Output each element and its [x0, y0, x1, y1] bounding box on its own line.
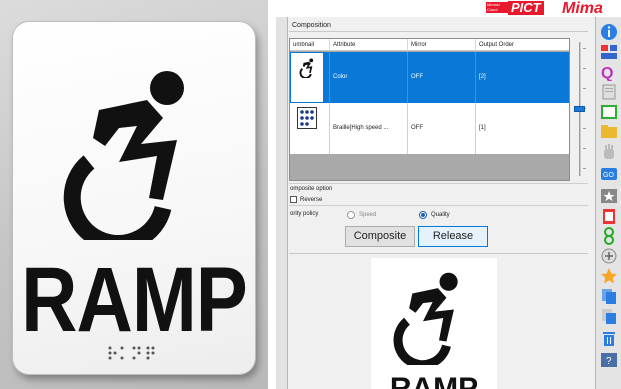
hand-icon[interactable]: [600, 143, 618, 161]
column-output-order[interactable]: Output Order: [476, 39, 569, 51]
order-slider[interactable]: [572, 38, 588, 181]
ramp-sign: RAMP: [13, 22, 255, 374]
table-row[interactable]: RAMP Color OFF [2]: [290, 52, 569, 103]
brand-mimaki-logo: Mima: [562, 0, 603, 17]
app-window: Mimaki Cloud Technology PICT Mima Compos…: [276, 0, 621, 389]
go-icon[interactable]: GO: [600, 165, 618, 183]
slider-tick: [583, 128, 586, 129]
brand-pict-logo: PICT: [508, 1, 544, 15]
attribute-cell: Color: [330, 52, 408, 103]
preview-area: RAMP: [289, 253, 588, 389]
order-cell: [2]: [476, 52, 569, 103]
speed-radio[interactable]: [347, 211, 355, 219]
star-icon[interactable]: [600, 267, 618, 285]
slider-thumb[interactable]: [574, 106, 585, 112]
sign-text: RAMP: [21, 247, 248, 352]
preview-text: RAMP: [389, 372, 479, 389]
q-icon[interactable]: Q: [600, 63, 618, 81]
screenshot: RAMP Mimaki Cloud Technology PICT Mima C…: [0, 0, 621, 389]
clipboard-icon[interactable]: [600, 207, 618, 225]
sign-photo: RAMP: [0, 0, 268, 389]
brand-bar: Mimaki Cloud Technology PICT Mima: [276, 0, 621, 17]
panel-title: Composition: [289, 20, 588, 32]
thumbnail-text: RAMP: [291, 81, 323, 103]
mirror-cell: OFF: [408, 103, 476, 154]
layers-icon[interactable]: [600, 43, 618, 61]
page-icon[interactable]: [600, 83, 618, 101]
column-attribute[interactable]: Attribute: [330, 39, 408, 51]
trash-icon[interactable]: [600, 329, 618, 347]
wheelchair-icon: [393, 272, 458, 365]
zoom-icon[interactable]: [600, 247, 618, 265]
frame-icon[interactable]: [600, 103, 618, 121]
thumbnail-text: RAMP: [291, 132, 323, 154]
slider-tick: [583, 48, 586, 49]
release-button[interactable]: Release: [418, 226, 488, 247]
paste-icon[interactable]: [600, 307, 618, 325]
order-cell: [1]: [476, 103, 569, 154]
brand-small-logo: Mimaki Cloud Technology: [486, 2, 508, 13]
thumbnail-cell: RAMP: [290, 52, 330, 103]
wheelchair-icon: [299, 58, 314, 78]
link-icon[interactable]: [600, 227, 618, 245]
braille-thumb-icon: [297, 107, 317, 129]
thumbnail-color: RAMP: [291, 53, 323, 103]
speed-label[interactable]: Speed: [359, 211, 376, 219]
quality-label[interactable]: Quality: [431, 211, 450, 219]
table-row[interactable]: RAMP Braille[High speed ... OFF [1]: [290, 103, 569, 154]
thumbnail-braille: RAMP: [291, 104, 323, 154]
quality-radio[interactable]: [419, 211, 427, 219]
composite-option-label: omposite option: [290, 186, 333, 192]
composition-table: umbnail Attribute Mirror Output Order Co…: [289, 38, 570, 181]
left-splitter[interactable]: [276, 17, 288, 389]
star-frame-icon[interactable]: [600, 187, 618, 205]
preview-card: RAMP: [371, 258, 497, 389]
column-thumbnail[interactable]: umbnail: [290, 39, 330, 51]
table-header: umbnail Attribute Mirror Output Order: [290, 39, 569, 51]
mirror-cell: OFF: [408, 52, 476, 103]
svg-text:GO: GO: [603, 172, 614, 179]
priority-policy-label: ority policy: [290, 211, 319, 217]
slider-tick: [583, 168, 586, 169]
svg-text:Q: Q: [601, 65, 613, 81]
slider-tick: [583, 148, 586, 149]
help-icon[interactable]: ?: [600, 351, 618, 369]
composite-option-group: omposite option Reverse: [289, 183, 588, 206]
svg-text:?: ?: [606, 356, 612, 367]
copy-icon[interactable]: [600, 287, 618, 305]
attribute-cell: Braille[High speed ...: [330, 103, 408, 154]
right-toolbar: Q GO ?: [595, 17, 621, 389]
slider-tick: [583, 88, 586, 89]
priority-policy-group: ority policy Speed Quality: [289, 208, 588, 222]
thumbnail-cell: RAMP: [290, 103, 330, 154]
slider-tick: [583, 68, 586, 69]
folder-icon[interactable]: [600, 123, 618, 141]
reverse-label[interactable]: Reverse: [300, 196, 322, 204]
reverse-checkbox[interactable]: [290, 196, 297, 203]
composite-button[interactable]: Composite: [345, 226, 415, 247]
info-icon[interactable]: [600, 23, 618, 41]
wheelchair-icon: [63, 71, 184, 240]
braille-dots: [108, 346, 155, 360]
column-mirror[interactable]: Mirror: [408, 39, 476, 51]
composition-panel: Composition umbnail Attribute Mirror Out…: [289, 17, 588, 389]
